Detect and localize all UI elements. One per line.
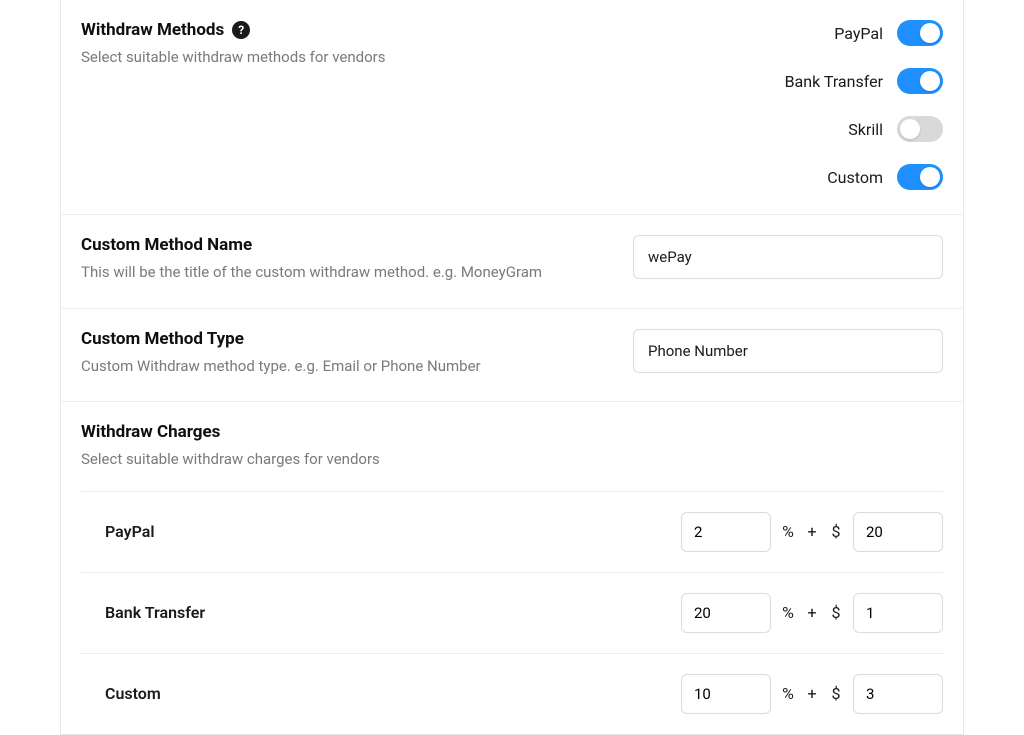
charge-fixed-input[interactable] bbox=[853, 593, 943, 633]
toggle-bank-transfer[interactable] bbox=[897, 68, 943, 94]
toggle-paypal[interactable] bbox=[897, 20, 943, 46]
custom-method-name-desc: This will be the title of the custom wit… bbox=[81, 261, 593, 284]
dollar-symbol: $ bbox=[829, 603, 843, 622]
percent-symbol: % bbox=[781, 684, 795, 703]
withdraw-charges-desc: Select suitable withdraw charges for ven… bbox=[81, 448, 943, 471]
plus-symbol: + bbox=[805, 603, 819, 622]
custom-method-name-title: Custom Method Name bbox=[81, 235, 593, 255]
charge-percent-input[interactable] bbox=[681, 593, 771, 633]
percent-symbol: % bbox=[781, 603, 795, 622]
withdraw-charges-title: Withdraw Charges bbox=[81, 422, 943, 442]
withdraw-methods-title-text: Withdraw Methods bbox=[81, 20, 224, 40]
toggle-row-custom: Custom bbox=[827, 164, 943, 190]
settings-panel: Withdraw Methods ? Select suitable withd… bbox=[60, 0, 964, 735]
toggle-row-skrill: Skrill bbox=[848, 116, 943, 142]
dollar-symbol: $ bbox=[829, 522, 843, 541]
custom-method-name-input[interactable] bbox=[633, 235, 943, 279]
charge-inputs: % + $ bbox=[681, 512, 943, 552]
toggle-custom[interactable] bbox=[897, 164, 943, 190]
charge-inputs: % + $ bbox=[681, 593, 943, 633]
toggle-row-bank-transfer: Bank Transfer bbox=[785, 68, 943, 94]
charge-row-paypal: PayPal % + $ bbox=[81, 491, 943, 572]
charge-row-custom: Custom % + $ bbox=[81, 653, 943, 734]
toggle-label: PayPal bbox=[834, 24, 883, 43]
charge-row-bank-transfer: Bank Transfer % + $ bbox=[81, 572, 943, 653]
custom-method-type-desc: Custom Withdraw method type. e.g. Email … bbox=[81, 355, 593, 378]
toggle-label: Bank Transfer bbox=[785, 72, 883, 91]
withdraw-methods-title: Withdraw Methods ? bbox=[81, 20, 745, 40]
custom-method-type-input[interactable] bbox=[633, 329, 943, 373]
toggle-label: Custom bbox=[827, 168, 883, 187]
withdraw-methods-section: Withdraw Methods ? Select suitable withd… bbox=[61, 0, 963, 215]
custom-method-type-title: Custom Method Type bbox=[81, 329, 593, 349]
charge-label: Custom bbox=[105, 684, 161, 703]
charge-label: PayPal bbox=[105, 522, 155, 541]
dollar-symbol: $ bbox=[829, 684, 843, 703]
custom-method-name-section: Custom Method Name This will be the titl… bbox=[61, 215, 963, 309]
help-icon[interactable]: ? bbox=[232, 21, 250, 39]
withdraw-methods-desc: Select suitable withdraw methods for ven… bbox=[81, 46, 745, 69]
toggle-row-paypal: PayPal bbox=[834, 20, 943, 46]
charge-percent-input[interactable] bbox=[681, 512, 771, 552]
withdraw-charges-section: Withdraw Charges Select suitable withdra… bbox=[61, 402, 963, 734]
plus-symbol: + bbox=[805, 684, 819, 703]
percent-symbol: % bbox=[781, 522, 795, 541]
charge-label: Bank Transfer bbox=[105, 603, 205, 622]
charge-fixed-input[interactable] bbox=[853, 512, 943, 552]
custom-method-type-section: Custom Method Type Custom Withdraw metho… bbox=[61, 309, 963, 403]
toggle-label: Skrill bbox=[848, 120, 883, 139]
toggle-skrill[interactable] bbox=[897, 116, 943, 142]
plus-symbol: + bbox=[805, 522, 819, 541]
withdraw-methods-toggles: PayPal Bank Transfer Skrill Custom bbox=[785, 20, 943, 190]
